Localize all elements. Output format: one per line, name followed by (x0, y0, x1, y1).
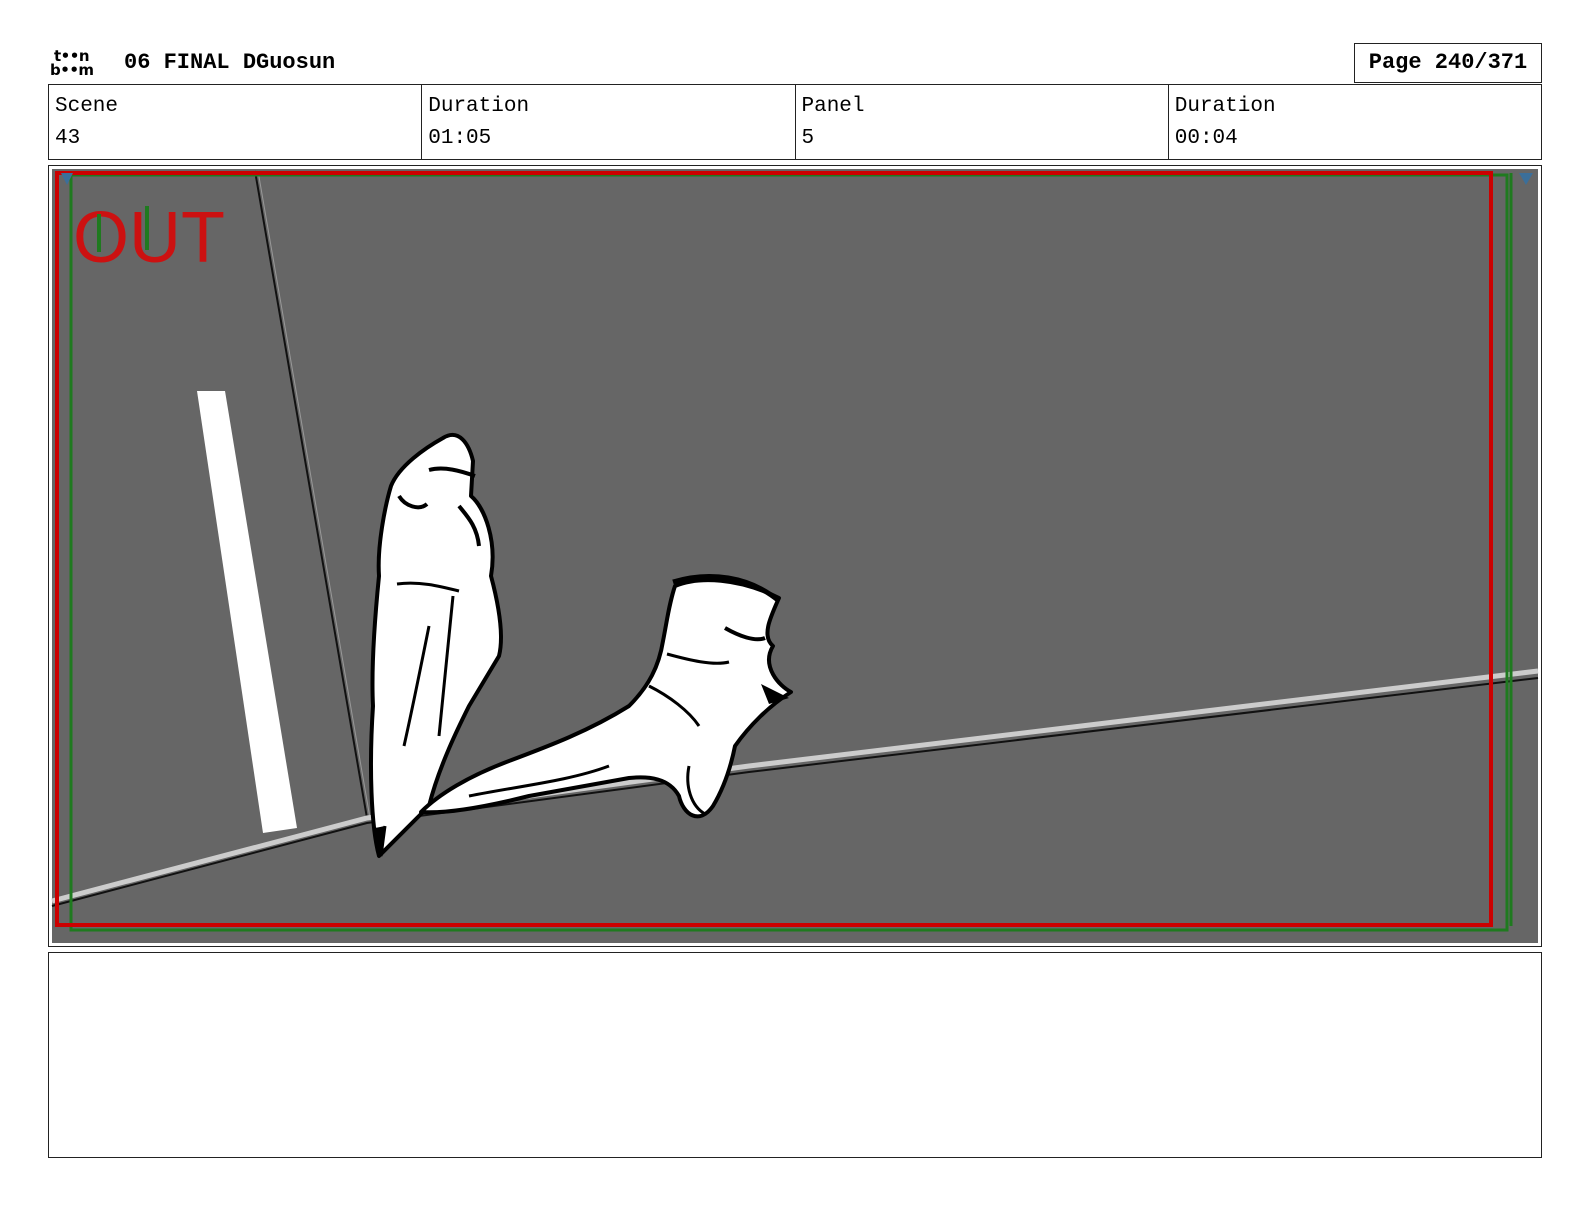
panel-duration-value: 00:04 (1174, 127, 1238, 150)
storyboard-panel: OUT (48, 165, 1542, 947)
scene-duration-value: 01:05 (428, 127, 492, 150)
panel-label: Panel (801, 95, 865, 118)
page-number: Page 240/371 (1354, 43, 1542, 83)
document-title: 06 FINAL DGuosun (124, 50, 336, 75)
panel-duration-cell: Duration 00:04 (1169, 85, 1541, 159)
panel-cell: Panel 5 (796, 85, 1169, 159)
scene-value: 43 (55, 127, 81, 150)
scene-duration-cell: Duration 01:05 (422, 85, 796, 159)
toonboom-logo: t••n b••m (48, 48, 106, 82)
panel-duration-label: Duration (1174, 95, 1276, 118)
scene-label: Scene (55, 95, 119, 118)
scene-cell: Scene 43 (49, 85, 423, 159)
panel-drawing: OUT (51, 169, 1539, 943)
panel-notes-box (48, 952, 1542, 1158)
scene-duration-label: Duration (428, 95, 530, 118)
scene-info-table: Scene 43 Duration 01:05 Panel 5 Duration… (48, 84, 1542, 160)
panel-value: 5 (801, 127, 815, 150)
logo-line-2: b••m (50, 61, 94, 79)
